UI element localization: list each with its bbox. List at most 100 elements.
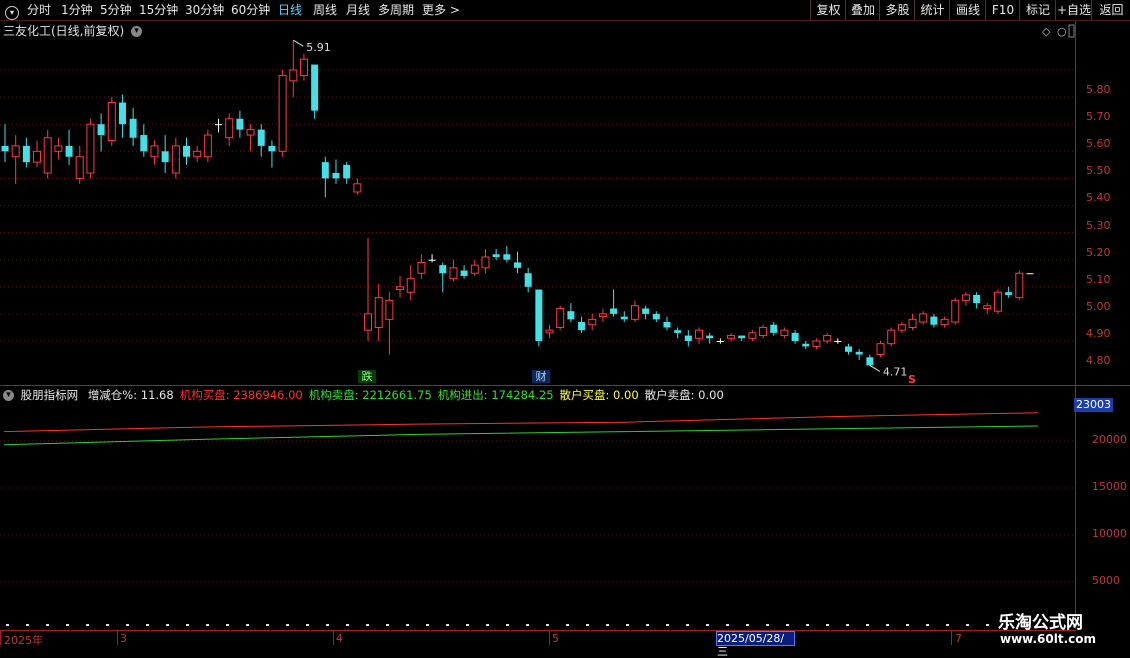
period-tab-3[interactable]: 15分钟 (139, 2, 178, 18)
timeline-dot (866, 624, 869, 626)
candle-body (332, 172, 340, 179)
candle-body (43, 137, 52, 174)
timeline-dot (506, 624, 509, 626)
candle-body (364, 313, 373, 331)
period-tab-1[interactable]: 1分钟 (61, 2, 93, 18)
candle-body (161, 151, 169, 163)
candle-body (417, 261, 426, 274)
timeline-dot (226, 624, 229, 626)
period-tab-4[interactable]: 30分钟 (185, 2, 224, 18)
candle-body (439, 265, 447, 274)
candle-body (385, 299, 394, 320)
candle-body (75, 156, 84, 179)
period-tab-10[interactable]: 更多 > (422, 2, 460, 18)
candle-body (140, 135, 148, 152)
low-marker-label: 4.71 (883, 365, 908, 378)
indicator-line-0 (3, 412, 1039, 433)
period-tab-0[interactable]: 分时 (27, 2, 51, 18)
candle-body (556, 307, 565, 328)
current-value-badge: 23003 (1074, 398, 1113, 412)
timeline-dot (346, 624, 349, 626)
timeline-dot (846, 624, 849, 626)
candle-body (834, 341, 842, 342)
candle-body (674, 330, 682, 333)
date-axis: 2025年 3 4 5 7 (0, 630, 1076, 647)
candle-body (1005, 292, 1013, 295)
timeline-dot (686, 624, 689, 626)
timeline-dot (426, 624, 429, 626)
timeline-dot (6, 624, 9, 626)
toolbar-button-8[interactable]: 返回 (1091, 0, 1130, 20)
event-marker-b[interactable]: 财 (536, 369, 547, 383)
toolbar-button-4[interactable]: 画线 (949, 0, 986, 20)
indicator-tick-label: 15000 (1092, 480, 1127, 493)
candle-body (759, 326, 768, 337)
candle-body (225, 118, 234, 139)
toolbar-button-0[interactable]: 复权 (810, 0, 846, 20)
diamond-icon[interactable]: ◇ (1042, 25, 1051, 38)
candle-body (171, 145, 180, 174)
candle-body (268, 145, 276, 152)
event-marker-a[interactable]: 跌 (362, 369, 373, 383)
timeline-dot (746, 624, 749, 626)
candle-body (22, 145, 30, 163)
timeline-dot (626, 624, 629, 626)
toolbar-button-3[interactable]: 统计 (914, 0, 950, 20)
candle-body (727, 335, 736, 339)
period-tab-9[interactable]: 多周期 (378, 2, 414, 18)
candle-body (802, 343, 810, 347)
candlestick-chart[interactable]: 5.91 4.71 跌 财 S ◇ ○ (0, 21, 1076, 385)
toolbar-button-5[interactable]: F10 (985, 0, 1020, 20)
indicator-chart[interactable] (0, 386, 1076, 626)
candle-body (65, 145, 73, 157)
candle-body (289, 69, 298, 82)
candle-body (770, 324, 778, 333)
candle-body (428, 259, 436, 261)
period-tab-8[interactable]: 月线 (346, 2, 370, 18)
candle-body (930, 316, 938, 325)
candle-body (748, 332, 757, 339)
candle-body (514, 262, 521, 268)
timeline-dot (606, 624, 609, 626)
timeline-dot (666, 624, 669, 626)
scroll-handle[interactable] (1068, 24, 1075, 38)
timeline-dot (766, 624, 769, 626)
period-tab-2[interactable]: 5分钟 (100, 2, 132, 18)
candle-body (215, 124, 223, 126)
candle-body (470, 264, 479, 274)
indicator-line-1 (3, 425, 1039, 446)
candle-body (844, 346, 852, 352)
high-marker-line (293, 39, 304, 47)
timeline-dot (46, 624, 49, 626)
candle-body (630, 305, 639, 320)
menu-icon[interactable]: ▾ (5, 3, 19, 20)
toolbar-button-6[interactable]: 标记 (1019, 0, 1056, 20)
toolbar-button-2[interactable]: 多股 (879, 0, 915, 20)
timeline-dot (266, 624, 269, 626)
candle-body (684, 335, 692, 341)
candle-body (919, 313, 928, 323)
timeline-dot (366, 624, 369, 626)
timeline-dot (646, 624, 649, 626)
candle-body (299, 58, 308, 76)
period-tab-7[interactable]: 周线 (313, 2, 337, 18)
watermark-title: 乐淘公式网 (998, 613, 1083, 633)
circle-icon[interactable]: ○ (1057, 25, 1067, 38)
period-tab-5[interactable]: 60分钟 (231, 2, 270, 18)
period-tab-6[interactable]: 日线 (278, 2, 302, 18)
candle-body (961, 294, 970, 301)
toolbar-button-1[interactable]: 叠加 (845, 0, 880, 20)
timeline-dot (726, 624, 729, 626)
timeline-dot (306, 624, 309, 626)
timeline-dot (486, 624, 489, 626)
indicator-tick-label: 20000 (1092, 433, 1127, 446)
timeline-dot (446, 624, 449, 626)
timeline-dot (86, 624, 89, 626)
candle-body (588, 318, 597, 326)
toolbar-button-7[interactable]: +自选 (1055, 0, 1092, 20)
candle-body (897, 324, 906, 331)
timeline-dot (466, 624, 469, 626)
signal-marker: S (908, 373, 916, 385)
timeline-dot (206, 624, 209, 626)
candle-body (993, 291, 1002, 312)
